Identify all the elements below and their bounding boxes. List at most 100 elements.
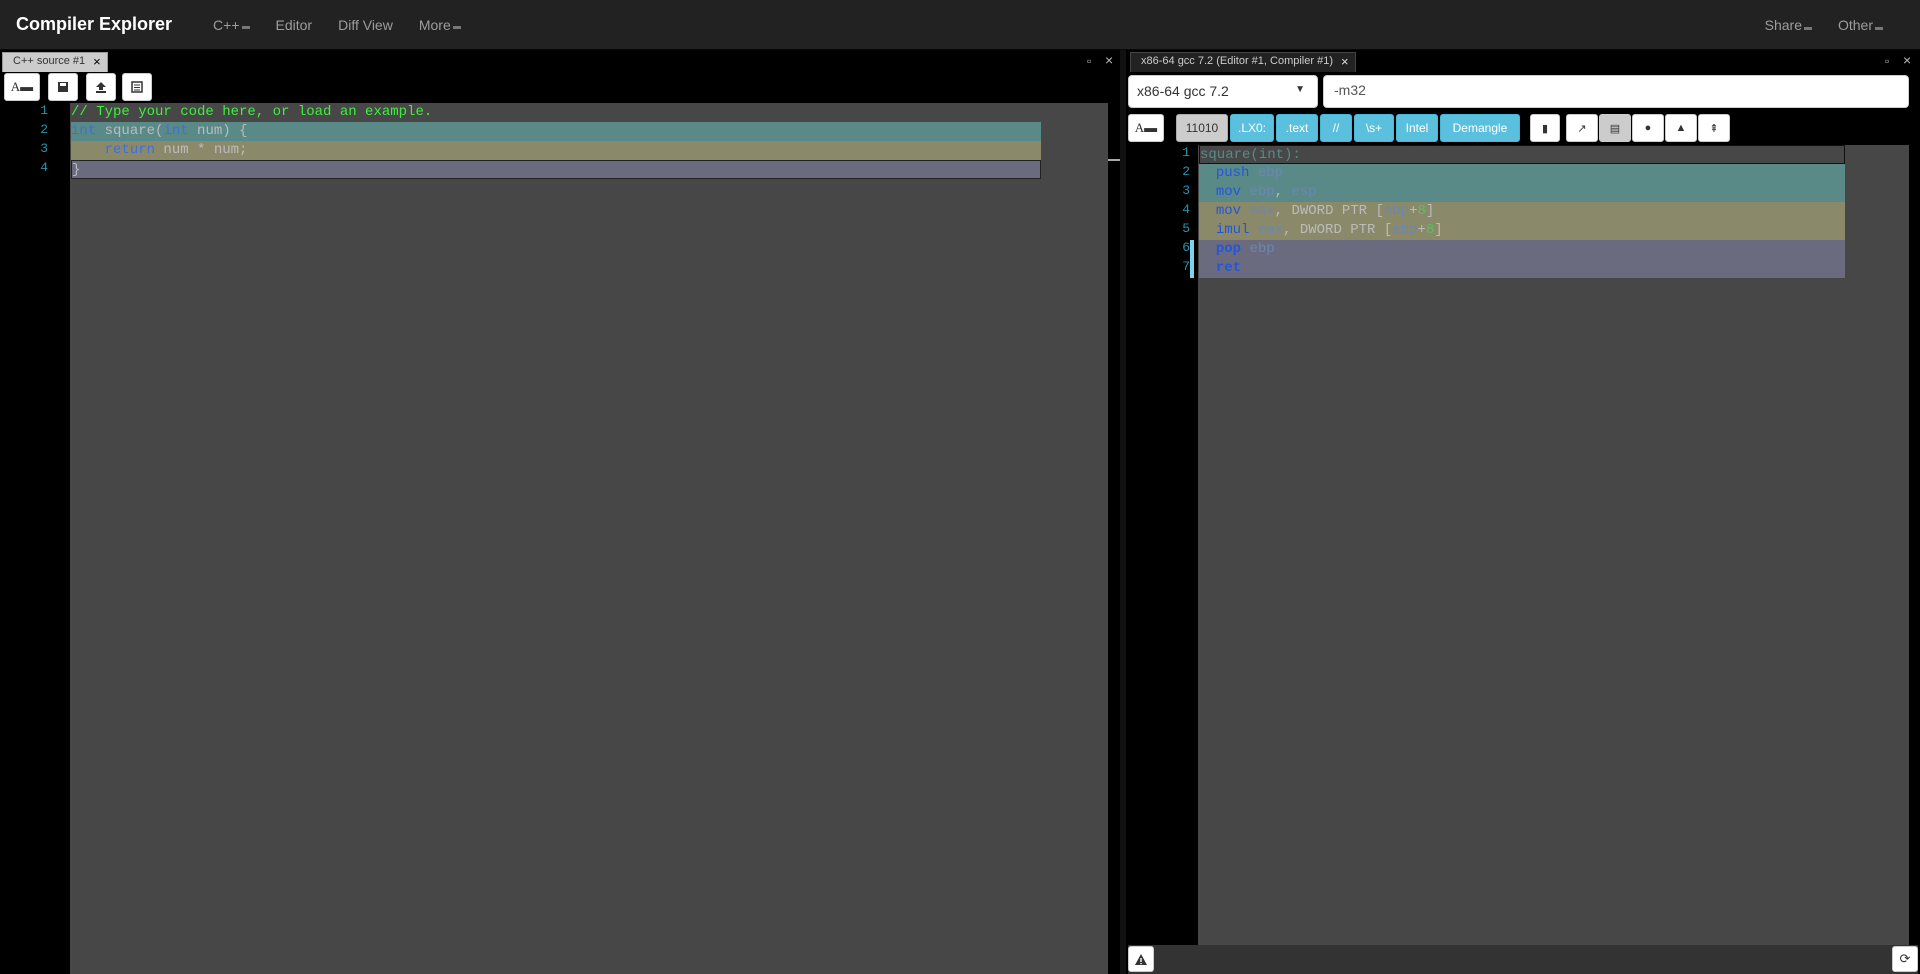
asm-register: eax	[1249, 203, 1275, 219]
maximize-icon[interactable]: ▫	[1087, 54, 1091, 68]
line-number: 2	[40, 122, 48, 137]
tree-icon: ▲	[1675, 122, 1687, 134]
filter-demangle-button[interactable]: Demangle	[1440, 114, 1520, 142]
tab-compiler[interactable]: x86-64 gcc 7.2 (Editor #1, Compiler #1) …	[1130, 52, 1356, 72]
code-line: int square(int num) {	[71, 122, 1041, 141]
close-icon[interactable]: ×	[1341, 55, 1349, 68]
line-number: 1	[1182, 145, 1190, 160]
code-line: // Type your code here, or load an examp…	[71, 104, 433, 120]
upload-icon	[96, 82, 106, 93]
tab-cpp-source[interactable]: C++ source #1 ×	[2, 52, 108, 72]
asm-line: square(int):	[1199, 145, 1845, 164]
compiler-output-button[interactable]	[1128, 946, 1154, 972]
nav-share-label: Share	[1764, 17, 1802, 33]
close-icon[interactable]: ×	[1105, 52, 1113, 68]
source-gutter: 1 2 3 4	[0, 103, 70, 974]
line-number: 5	[1182, 221, 1190, 236]
filter-demangle-label: Demangle	[1452, 121, 1508, 135]
line-number: 1	[40, 103, 48, 118]
filter-binary-label: 11010	[1185, 121, 1219, 135]
asm-line: mov eax, DWORD PTR [ebp+8]	[1199, 202, 1845, 221]
asm-instruction: ret	[1215, 260, 1242, 276]
filter-directives-label: .text	[1285, 121, 1309, 135]
nav-right: Share Other	[1752, 0, 1896, 50]
asm-instruction: mov	[1215, 184, 1242, 200]
asm-number: 8	[1425, 222, 1435, 238]
asm-instruction: pop	[1215, 241, 1242, 257]
load-button[interactable]	[86, 73, 116, 101]
brand-title[interactable]: Compiler Explorer	[16, 14, 172, 35]
filter-intel-button[interactable]: Intel	[1396, 114, 1438, 142]
nav-language-menu[interactable]: C++	[213, 16, 250, 33]
asm-line: imul eax, DWORD PTR [ebp+8]	[1199, 221, 1845, 240]
line-number: 7	[1182, 259, 1190, 274]
tab-compiler-label: x86-64 gcc 7.2 (Editor #1, Compiler #1)	[1141, 55, 1333, 67]
asm-register: ebp	[1249, 241, 1275, 257]
asm-instruction: imul	[1215, 222, 1250, 238]
show-output-button[interactable]: ▤	[1599, 114, 1631, 142]
keyword-int: int	[71, 123, 97, 139]
rtl-icon: ⇞	[1709, 122, 1719, 135]
asm-gutter: 1 2 3 4 5 6 7	[1128, 145, 1198, 945]
save-button[interactable]	[48, 73, 78, 101]
line-number: 6	[1182, 240, 1190, 255]
asm-instruction: mov	[1215, 203, 1242, 219]
line-number: 4	[40, 160, 48, 175]
optimization-button[interactable]: ●	[1632, 114, 1664, 142]
lightbulb-icon: ●	[1644, 122, 1652, 134]
output-icon: ▤	[1609, 122, 1621, 135]
compiler-select-value: x86-64 gcc 7.2	[1137, 83, 1229, 99]
source-editor[interactable]: 1 2 3 4 // Type your code here, or load …	[0, 103, 1108, 974]
close-icon[interactable]: ×	[93, 55, 101, 68]
ast-button[interactable]: ▲	[1665, 114, 1697, 142]
asm-register: ebp	[1257, 165, 1284, 181]
asm-line: mov ebp, esp	[1199, 183, 1845, 202]
nav-editor[interactable]: Editor	[276, 17, 313, 33]
font-size-button[interactable]: A▬	[4, 73, 40, 101]
nav-more-menu[interactable]: More	[419, 17, 461, 33]
pane-splitter[interactable]	[1120, 50, 1126, 974]
asm-register: eax	[1257, 222, 1284, 238]
caret-down-icon	[1875, 26, 1883, 30]
nav-other-label: Other	[1837, 17, 1873, 33]
maximize-icon[interactable]: ▫	[1885, 54, 1889, 68]
add-pane-button[interactable]	[122, 73, 152, 101]
asm-editor[interactable]: 1 2 3 4 5 6 7 square(int): push ebp mov …	[1128, 145, 1909, 945]
recompile-button[interactable]: ⟳	[1892, 946, 1918, 972]
asm-register: ebp	[1383, 203, 1410, 219]
filter-directives-button[interactable]: .text	[1276, 114, 1318, 142]
copy-button[interactable]: ▮	[1530, 114, 1560, 142]
close-icon[interactable]: ×	[1903, 52, 1911, 68]
nav-diff-view[interactable]: Diff View	[338, 17, 393, 33]
asm-instruction: push	[1215, 165, 1250, 181]
asm-register: ebp	[1249, 184, 1275, 200]
font-size-button[interactable]: A▬	[1128, 114, 1164, 142]
font-size-icon: A▬	[10, 79, 34, 94]
line-number: 3	[40, 141, 48, 156]
line-number: 2	[1182, 164, 1190, 179]
nav-other-menu[interactable]: Other	[1838, 17, 1883, 33]
filter-binary-button[interactable]: 11010	[1176, 114, 1228, 142]
gcc-tree-rtl-button[interactable]: ⇞	[1698, 114, 1730, 142]
caret-down-icon	[452, 26, 461, 29]
source-scrollbar[interactable]	[1108, 103, 1120, 974]
filter-comments-button[interactable]: //	[1320, 114, 1352, 142]
compiler-select[interactable]: x86-64 gcc 7.2 ▼	[1128, 75, 1318, 108]
nav-share-menu[interactable]: Share	[1765, 17, 1812, 33]
asm-register: esp	[1291, 184, 1317, 200]
tab-cpp-source-label: C++ source #1	[13, 55, 86, 67]
line-number: 3	[1182, 183, 1190, 198]
filter-whitespace-button[interactable]: \s+	[1354, 114, 1394, 142]
filter-labels-button[interactable]: .LX0:	[1230, 114, 1274, 142]
caret-down-icon	[241, 26, 250, 29]
open-new-window-button[interactable]: ↗	[1566, 114, 1598, 142]
keyword-return: return	[104, 142, 156, 158]
asm-line: push ebp	[1199, 164, 1845, 183]
nav-language-label: C++	[213, 16, 240, 33]
asm-scrollbar[interactable]	[1909, 145, 1918, 945]
asm-line: pop ebp	[1199, 240, 1845, 259]
line-number: 4	[1182, 202, 1190, 217]
line-marker	[1190, 240, 1194, 278]
font-size-icon: A▬	[1134, 120, 1158, 135]
compiler-options-input[interactable]: -m32	[1323, 75, 1909, 108]
